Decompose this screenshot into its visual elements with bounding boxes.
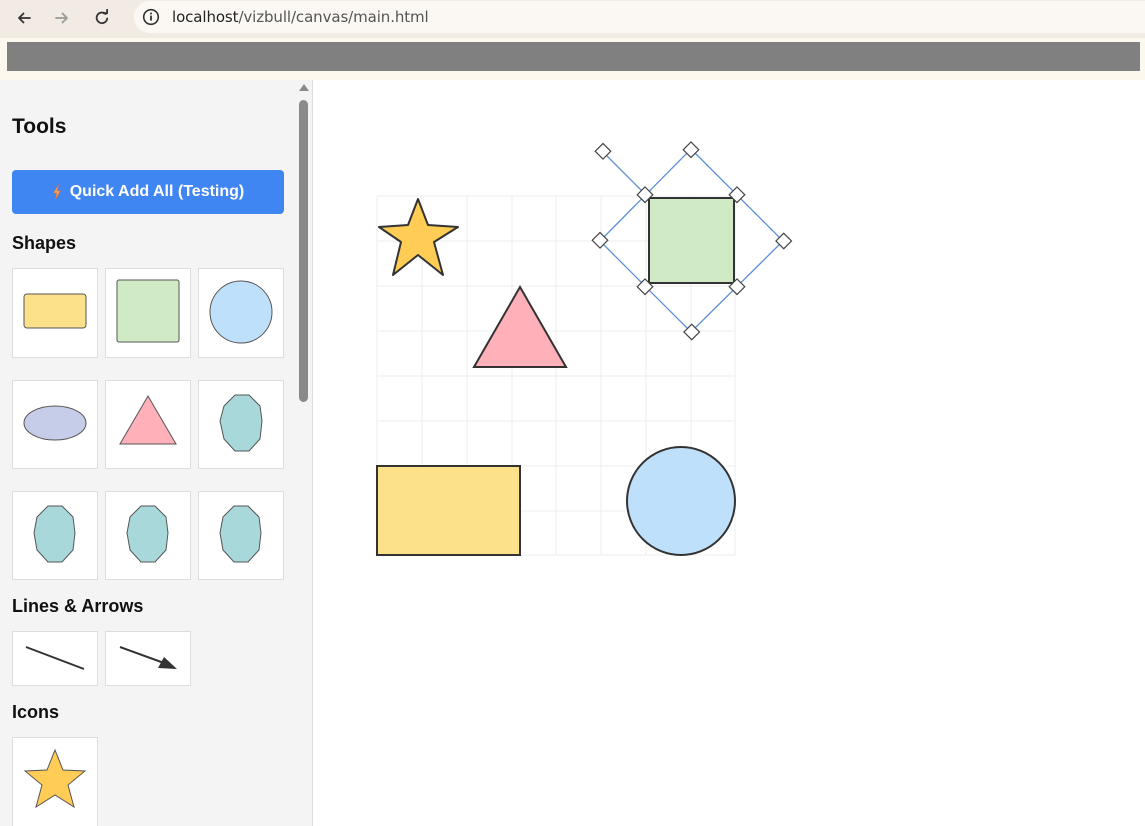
quick-add-all-button[interactable]: Quick Add All (Testing) <box>12 170 284 214</box>
scroll-up-icon[interactable] <box>299 84 309 91</box>
lines-arrows-heading: Lines & Arrows <box>12 596 144 616</box>
info-icon[interactable] <box>142 8 160 26</box>
octagon-icon <box>219 394 263 452</box>
icons-heading: Icons <box>12 702 60 722</box>
arrow-icon <box>119 646 177 669</box>
shape-tile-octagon[interactable] <box>198 491 284 580</box>
rotation-handle-line <box>602 151 646 195</box>
scrollbar-thumb[interactable] <box>299 100 308 402</box>
shape-tile-rectangle[interactable] <box>12 268 98 358</box>
url-text[interactable]: localhost/vizbull/canvas/main.html <box>172 8 429 26</box>
octagon-icon <box>126 505 169 563</box>
ellipse-icon <box>23 405 87 441</box>
canvas-svg[interactable] <box>314 80 1145 826</box>
drawing-canvas[interactable] <box>314 80 1145 826</box>
tools-sidebar: Tools Quick Add All (Testing) Shapes Lin… <box>0 80 296 826</box>
line-tile-arrow[interactable] <box>105 631 191 686</box>
line-tile-line[interactable] <box>12 631 98 686</box>
sidebar-title: Tools <box>12 115 67 138</box>
star-icon <box>23 748 87 809</box>
sidebar-scrollbar[interactable] <box>296 80 313 826</box>
address-bar[interactable]: localhost/vizbull/canvas/main.html <box>134 1 1145 33</box>
url-host: localhost <box>172 8 239 26</box>
rectangle-icon <box>23 293 87 329</box>
shape-tile-octagon[interactable] <box>105 491 191 580</box>
circle-icon <box>209 280 273 344</box>
canvas-rectangle-shape[interactable] <box>376 465 521 556</box>
icon-tile-star[interactable] <box>12 737 98 826</box>
quick-add-all-label: Quick Add All (Testing) <box>69 183 245 200</box>
shape-tile-octagon[interactable] <box>198 380 284 469</box>
reload-icon[interactable] <box>88 5 116 31</box>
shape-tile-ellipse[interactable] <box>12 380 98 469</box>
shape-tile-octagon[interactable] <box>12 491 98 580</box>
shape-tile-circle[interactable] <box>198 268 284 358</box>
canvas-triangle-shape[interactable] <box>472 284 568 368</box>
canvas-square-shape[interactable] <box>648 197 735 284</box>
square-icon <box>116 279 180 343</box>
browser-toolbar: localhost/vizbull/canvas/main.html <box>0 0 1145 38</box>
canvas-circle-shape[interactable] <box>626 446 736 556</box>
octagon-icon <box>33 505 76 563</box>
lightning-icon <box>52 184 61 200</box>
arrow-left-icon[interactable] <box>10 5 38 31</box>
page-header-strip <box>0 38 1145 80</box>
shapes-heading: Shapes <box>12 233 77 253</box>
shape-tile-triangle[interactable] <box>105 380 191 469</box>
canvas-star-shape[interactable] <box>378 198 459 276</box>
octagon-icon <box>219 505 262 563</box>
url-path: /vizbull/canvas/main.html <box>238 8 429 26</box>
triangle-icon <box>119 395 177 445</box>
app-top-bar <box>7 42 1140 71</box>
arrow-right-icon[interactable] <box>48 5 76 31</box>
line-icon <box>25 646 85 670</box>
shape-tile-square[interactable] <box>105 268 191 358</box>
